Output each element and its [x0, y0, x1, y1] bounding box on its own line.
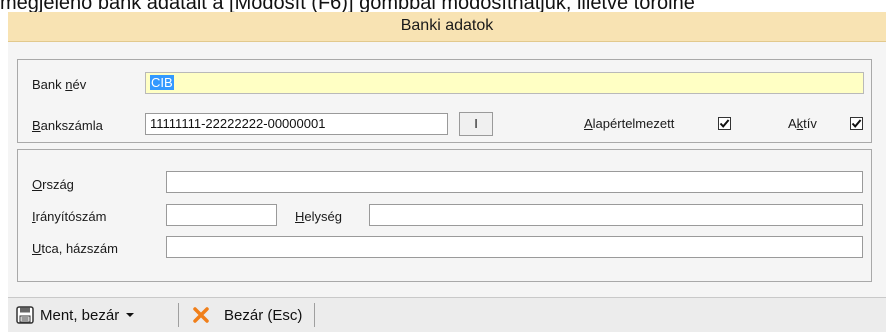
- dialog-window: Banki adatok Bank név CIB Bankszámla 111…: [8, 12, 886, 332]
- floppy-disk-icon: [16, 306, 34, 324]
- toolbar-separator: [178, 303, 179, 327]
- account-input[interactable]: 11111111-22222222-00000001: [145, 113, 448, 135]
- active-label: Aktív: [788, 116, 817, 131]
- bank-name-label: Bank név: [32, 77, 87, 92]
- toolbar-separator: [314, 303, 315, 327]
- bottom-toolbar: Ment, bezár Bezár (Esc): [8, 297, 886, 332]
- save-close-button[interactable]: Ment, bezár: [16, 302, 135, 328]
- close-label: Bezár (Esc): [224, 306, 303, 324]
- checkmark-icon: [719, 119, 730, 128]
- default-label: Alapértelmezett: [584, 116, 675, 131]
- zip-input[interactable]: [166, 204, 277, 226]
- city-label: Helység: [295, 209, 342, 224]
- account-lookup-button[interactable]: I: [459, 112, 493, 136]
- default-checkbox[interactable]: [718, 117, 731, 130]
- city-input[interactable]: [369, 204, 863, 226]
- country-label: Ország: [32, 177, 74, 192]
- country-input[interactable]: [166, 171, 863, 193]
- zip-label: Irányítószám: [32, 209, 107, 224]
- close-icon: [193, 307, 209, 323]
- chevron-down-icon[interactable]: [125, 311, 135, 319]
- street-input[interactable]: [166, 236, 863, 258]
- save-close-label: Ment, bezár: [40, 306, 120, 324]
- account-label: Bankszámla: [32, 118, 103, 133]
- bank-fieldset: Bank név CIB Bankszámla 11111111-2222222…: [17, 59, 872, 143]
- active-checkbox[interactable]: [850, 117, 863, 130]
- address-fieldset: Ország Irányítószám Helység Utca, házszá…: [17, 149, 872, 282]
- checkmark-icon: [851, 119, 862, 128]
- dialog-title: Banki adatok: [8, 12, 886, 42]
- street-label: Utca, házszám: [32, 241, 118, 256]
- bank-name-input[interactable]: CIB: [145, 72, 864, 94]
- close-button[interactable]: Bezár (Esc): [192, 302, 302, 328]
